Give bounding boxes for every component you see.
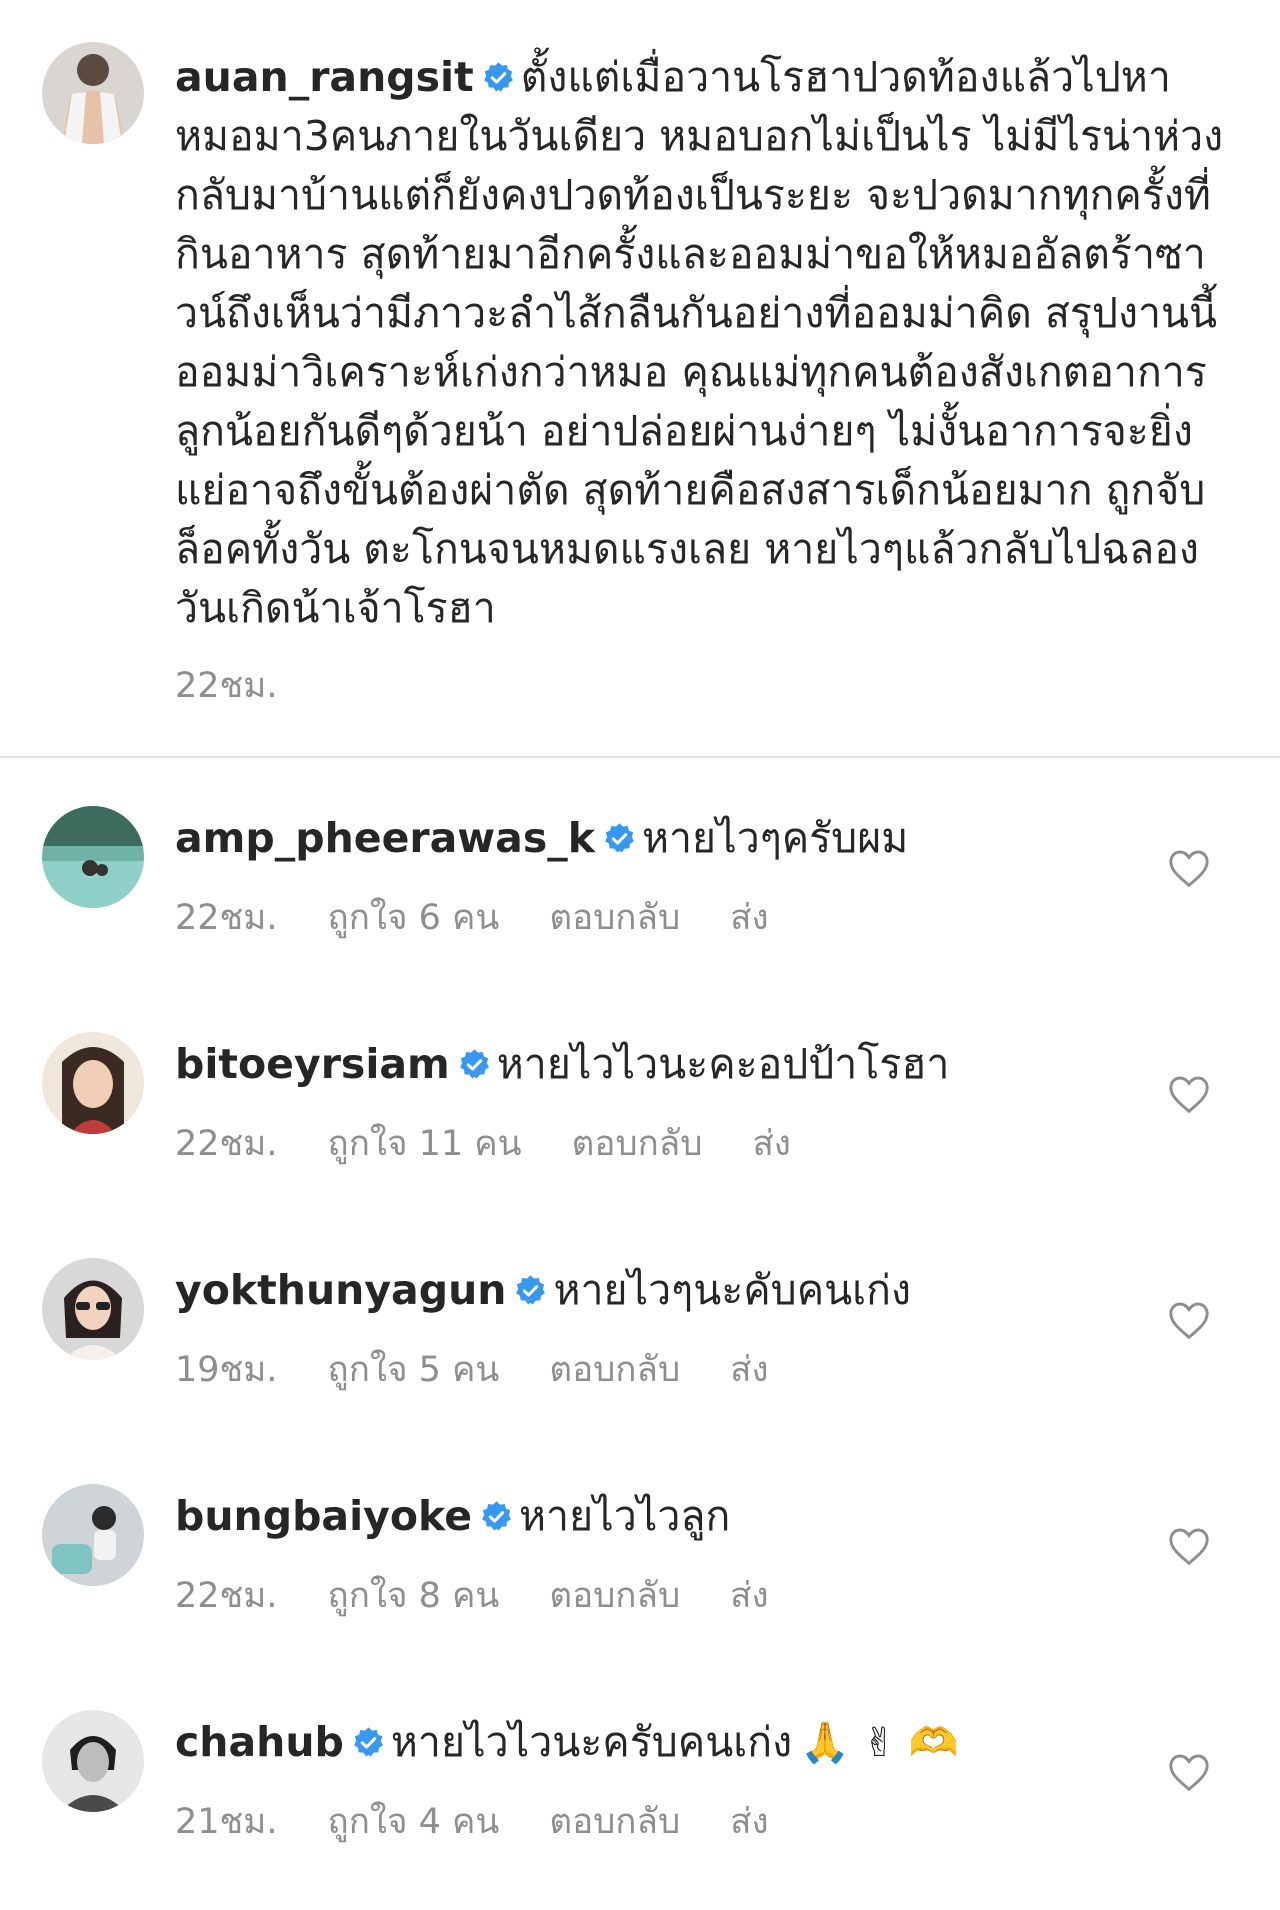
comment-body: หายไวไวลูก bbox=[519, 1492, 731, 1540]
send-button[interactable]: ส่ง bbox=[730, 1802, 768, 1842]
comment-meta: 22ชม. ถูกใจ 6 คน ตอบกลับ ส่ง bbox=[175, 890, 819, 945]
heart-icon[interactable] bbox=[1167, 1526, 1211, 1566]
comment-text: yokthunyagun หายไวๆนะคับคนเก่ง bbox=[175, 1262, 911, 1318]
comment-likes[interactable]: ถูกใจ 4 คน bbox=[328, 1802, 500, 1842]
comment-username[interactable]: bungbaiyoke bbox=[175, 1492, 472, 1540]
comment-timestamp: 22ชม. bbox=[175, 898, 278, 938]
send-button[interactable]: ส่ง bbox=[752, 1124, 790, 1164]
avatar[interactable] bbox=[42, 806, 144, 908]
caption-username[interactable]: auan_rangsit bbox=[175, 53, 474, 101]
avatar[interactable] bbox=[42, 42, 144, 144]
reply-button[interactable]: ตอบกลับ bbox=[572, 1124, 703, 1164]
comment-meta: 21ชม. ถูกใจ 4 คน ตอบกลับ ส่ง bbox=[175, 1794, 819, 1849]
send-button[interactable]: ส่ง bbox=[730, 1576, 768, 1616]
comment-text: amp_pheerawas_k หายไวๆครับผม bbox=[175, 810, 908, 866]
comment-item: bungbaiyoke หายไวไวลูก 22ชม. ถูกใจ 8 คน ตอบ… bbox=[42, 1484, 1242, 1684]
comment-text: chahub หายไวไวนะครับคนเก่ง 🙏 ✌ 🫶 bbox=[175, 1714, 959, 1771]
comment-likes[interactable]: ถูกใจ 8 คน bbox=[328, 1576, 500, 1616]
caption-body: ตั้งแต่เมื่อวานโรฮาปวดท้องแล้วไปหาหมอมา3… bbox=[175, 53, 1224, 632]
verified-badge-icon bbox=[353, 1727, 383, 1757]
comment-likes[interactable]: ถูกใจ 6 คน bbox=[328, 898, 500, 938]
comment-timestamp: 21ชม. bbox=[175, 1802, 278, 1842]
caption-timestamp: 22ชม. bbox=[175, 666, 278, 706]
avatar[interactable] bbox=[42, 1710, 144, 1812]
comment-meta: 19ชม. ถูกใจ 5 คน ตอบกลับ ส่ง bbox=[175, 1342, 819, 1397]
reply-button[interactable]: ตอบกลับ bbox=[549, 1576, 680, 1616]
comment-item: chahub หายไวไวนะครับคนเก่ง 🙏 ✌ 🫶 21ชม. ถูกใ… bbox=[42, 1710, 1242, 1910]
heart-icon[interactable] bbox=[1167, 1074, 1211, 1114]
reply-button[interactable]: ตอบกลับ bbox=[549, 898, 680, 938]
comment-meta: 22ชม. ถูกใจ 11 คน ตอบกลับ ส่ง bbox=[175, 1116, 841, 1171]
reply-button[interactable]: ตอบกลับ bbox=[549, 1350, 680, 1390]
comment-timestamp: 22ชม. bbox=[175, 1124, 278, 1164]
comment-username[interactable]: bitoeyrsiam bbox=[175, 1040, 450, 1088]
reply-button[interactable]: ตอบกลับ bbox=[549, 1802, 680, 1842]
comment-meta: 22ชม. ถูกใจ 8 คน ตอบกลับ ส่ง bbox=[175, 1568, 819, 1623]
send-button[interactable]: ส่ง bbox=[730, 898, 768, 938]
comment-body: หายไวไวนะครับคนเก่ง bbox=[390, 1718, 793, 1766]
verified-badge-icon bbox=[482, 1501, 511, 1531]
verified-badge-icon bbox=[459, 1049, 489, 1079]
verified-badge-icon bbox=[516, 1275, 546, 1305]
comment-item: yokthunyagun หายไวๆนะคับคนเก่ง 19ชม. ถูกใจ… bbox=[42, 1258, 1242, 1458]
comment-username[interactable]: chahub bbox=[175, 1718, 344, 1766]
comment-timestamp: 19ชม. bbox=[175, 1350, 278, 1390]
comment-likes[interactable]: ถูกใจ 5 คน bbox=[328, 1350, 500, 1390]
comment-text: bitoeyrsiam หายไวไวนะคะอปป้าโรฮา bbox=[175, 1036, 949, 1092]
comment-username[interactable]: yokthunyagun bbox=[175, 1266, 506, 1314]
comment-item: amp_pheerawas_k หายไวๆครับผม 22ชม. ถูกใจ 6… bbox=[42, 806, 1242, 1006]
avatar[interactable] bbox=[42, 1484, 144, 1586]
comment-text: bungbaiyoke หายไวไวลูก bbox=[175, 1488, 730, 1544]
avatar[interactable] bbox=[42, 1258, 144, 1360]
comment-username[interactable]: amp_pheerawas_k bbox=[175, 814, 595, 862]
comment-timestamp: 22ชม. bbox=[175, 1576, 278, 1616]
heart-icon[interactable] bbox=[1167, 1300, 1211, 1340]
verified-badge-icon bbox=[605, 823, 634, 853]
avatar[interactable] bbox=[42, 1032, 144, 1134]
emoji-reactions: 🙏 ✌ 🫶 bbox=[800, 1720, 959, 1766]
comment-body: หายไวๆครับผม bbox=[642, 814, 909, 862]
comment-likes[interactable]: ถูกใจ 11 คน bbox=[328, 1124, 522, 1164]
divider bbox=[0, 756, 1280, 758]
caption-text: auan_rangsit ตั้งแต่เมื่อวานโรฮาปวดท้องแล… bbox=[175, 48, 1235, 638]
send-button[interactable]: ส่ง bbox=[730, 1350, 768, 1390]
comment-item: bitoeyrsiam หายไวไวนะคะอปป้าโรฮา 22ชม. ถูก… bbox=[42, 1032, 1242, 1232]
heart-icon[interactable] bbox=[1167, 1752, 1211, 1792]
comment-body: หายไวๆนะคับคนเก่ง bbox=[553, 1266, 912, 1314]
heart-icon[interactable] bbox=[1167, 848, 1211, 888]
comment-body: หายไวไวนะคะอปป้าโรฮา bbox=[496, 1040, 950, 1088]
verified-badge-icon bbox=[483, 62, 513, 92]
